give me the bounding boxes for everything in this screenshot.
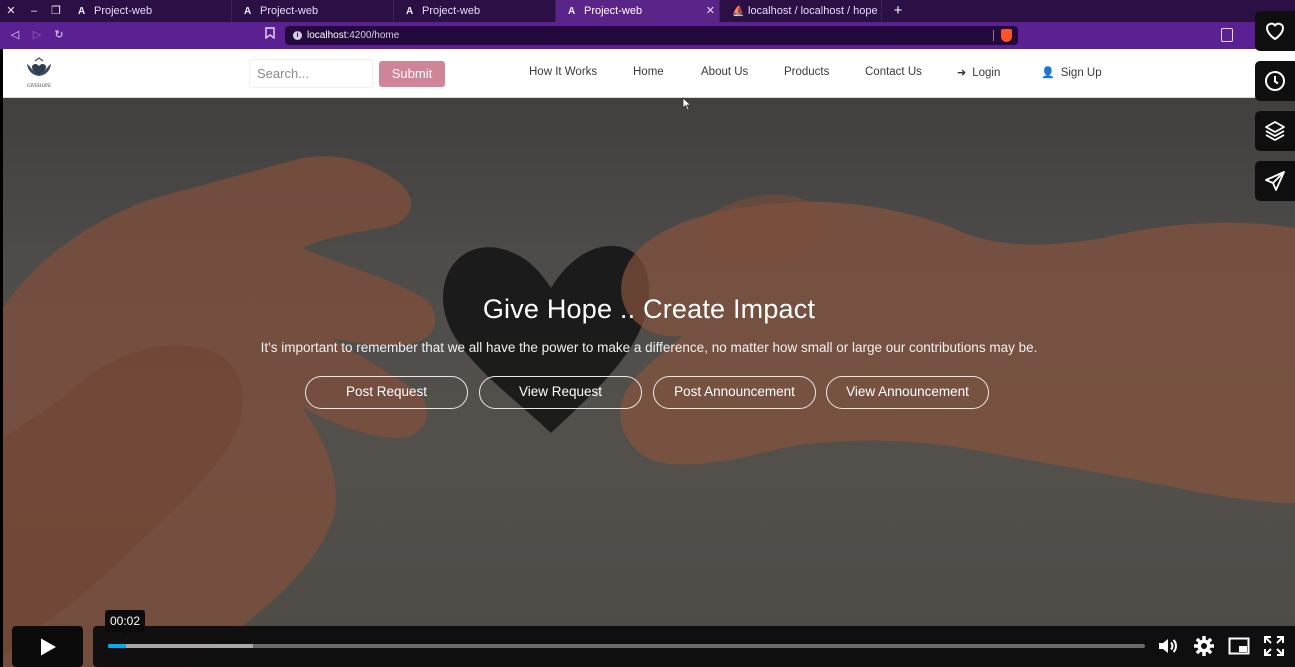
- new-tab-button[interactable]: +: [890, 0, 906, 22]
- bookmark-icon[interactable]: [262, 27, 278, 43]
- minimize-window-icon[interactable]: –: [27, 3, 41, 19]
- picture-in-picture-icon[interactable]: [1227, 634, 1251, 658]
- angular-icon: A: [78, 6, 86, 17]
- control-bar: [93, 626, 1295, 667]
- brave-shield-icon[interactable]: [1001, 29, 1012, 42]
- angular-icon: A: [244, 6, 252, 17]
- nav-about-us[interactable]: About Us: [701, 66, 748, 78]
- view-request-button[interactable]: View Request: [479, 376, 642, 409]
- like-button[interactable]: [1255, 11, 1295, 51]
- close-window-icon[interactable]: ✕: [4, 3, 18, 19]
- browser-tab[interactable]: A Project-web: [232, 0, 394, 22]
- browser-toolbar: ◁ ▷ ↻ i localhost:4200/home: [0, 22, 1295, 49]
- hero-title: Give Hope .. Create Impact: [482, 294, 816, 324]
- angular-icon: A: [406, 6, 414, 17]
- collections-button[interactable]: [1255, 111, 1295, 151]
- browser-tab[interactable]: A Project-web: [394, 0, 556, 22]
- browser-tab-bar: ✕ – ❐ A Project-web A Project-web A Project…: [0, 0, 1295, 22]
- user-plus-icon: 👤: [1041, 67, 1055, 79]
- givehope-logo[interactable]: GIVEHOPE: [21, 55, 57, 91]
- site-info-icon[interactable]: i: [293, 31, 302, 40]
- sidebar-toggle-icon[interactable]: [1221, 28, 1233, 42]
- video-player-controls: [0, 626, 1295, 667]
- angular-icon: A: [568, 6, 576, 17]
- play-icon: [41, 638, 56, 656]
- mouse-cursor-icon: [682, 97, 692, 111]
- tab-title: localhost / localhost / hope / us: [748, 5, 881, 17]
- hero-background-image: [3, 98, 1295, 667]
- watch-later-button[interactable]: [1255, 61, 1295, 101]
- progress-bar[interactable]: [108, 644, 1145, 648]
- fullscreen-icon[interactable]: [1262, 634, 1286, 658]
- login-label: Login: [972, 67, 1001, 79]
- tab-title: Project-web: [422, 5, 481, 17]
- nav-how-it-works[interactable]: How It Works: [529, 66, 597, 78]
- browser-tab-active[interactable]: A Project-web ✕: [556, 0, 720, 22]
- nav-products[interactable]: Products: [784, 66, 829, 78]
- view-announcement-button[interactable]: View Announcement: [826, 376, 989, 409]
- web-page: GIVEHOPE Search... Submit How It Works H…: [3, 49, 1295, 667]
- close-tab-icon[interactable]: ✕: [706, 0, 715, 22]
- layers-icon: [1265, 121, 1285, 141]
- heart-icon: [1265, 22, 1285, 41]
- browser-tab[interactable]: A Project-web: [66, 0, 232, 22]
- reload-icon[interactable]: ↻: [51, 27, 67, 43]
- submit-button[interactable]: Submit: [379, 61, 445, 87]
- clock-icon: [1265, 71, 1285, 91]
- hero-section: Give Hope .. Create Impact It's importan…: [3, 98, 1295, 667]
- buffered-bar: [108, 644, 254, 648]
- settings-gear-icon[interactable]: [1192, 634, 1216, 658]
- nav-sign-up[interactable]: 👤 Sign Up: [1041, 66, 1102, 79]
- site-header: GIVEHOPE Search... Submit How It Works H…: [3, 49, 1295, 98]
- volume-icon[interactable]: [1156, 634, 1180, 658]
- played-bar: [108, 644, 126, 648]
- share-button[interactable]: [1255, 161, 1295, 201]
- sign-up-label: Sign Up: [1060, 67, 1102, 79]
- nav-contact-us[interactable]: Contact Us: [865, 66, 922, 78]
- divider: [993, 30, 994, 41]
- tab-title: Project-web: [94, 5, 153, 17]
- post-request-button[interactable]: Post Request: [305, 376, 468, 409]
- login-icon: ➜: [957, 67, 967, 79]
- url-host: localhost: [307, 30, 347, 41]
- hero-subtitle: It's important to remember that we all h…: [260, 340, 1038, 355]
- tab-title: Project-web: [260, 5, 319, 17]
- logo-text: GIVEHOPE: [27, 83, 51, 88]
- search-input[interactable]: Search...: [249, 59, 373, 88]
- forward-icon[interactable]: ▷: [29, 27, 45, 43]
- tab-title: Project-web: [584, 5, 643, 17]
- browser-tab[interactable]: ⛵localhost / localhost / hope / us: [720, 0, 882, 22]
- phpmyadmin-icon: ⛵: [732, 6, 745, 17]
- send-icon: [1265, 171, 1285, 191]
- address-bar[interactable]: i localhost:4200/home: [285, 26, 1018, 45]
- play-button[interactable]: [12, 626, 83, 667]
- back-icon[interactable]: ◁: [7, 27, 23, 43]
- post-announcement-button[interactable]: Post Announcement: [653, 376, 816, 409]
- nav-login[interactable]: ➜ Login: [957, 66, 1000, 79]
- nav-home[interactable]: Home: [633, 66, 664, 78]
- restore-window-icon[interactable]: ❐: [49, 3, 63, 19]
- url-path: :4200/home: [346, 30, 400, 41]
